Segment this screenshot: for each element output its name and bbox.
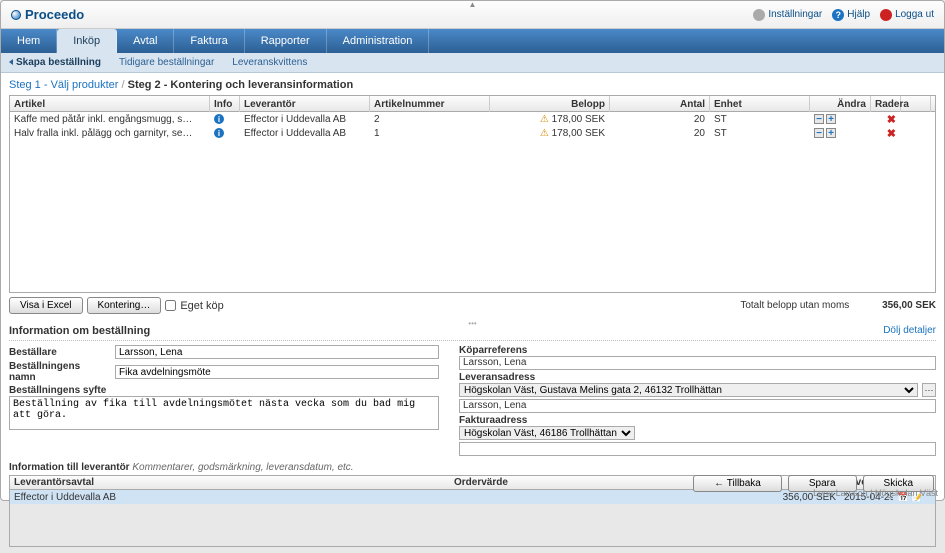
- table-row: Kaffe med påtår inkl. engångsmugg, s… i …: [10, 112, 935, 126]
- select-fakaddr[interactable]: Högskolan Väst, 46186 Trollhättan: [459, 426, 635, 440]
- logout-link[interactable]: Logga ut: [880, 9, 934, 21]
- nav-rapporter[interactable]: Rapporter: [245, 29, 327, 53]
- logo: Proceedo: [11, 7, 84, 22]
- main-nav: Hem Inköp Avtal Faktura Rapporter Admini…: [1, 29, 944, 53]
- levaddr-picker-button[interactable]: ⋯: [922, 383, 936, 397]
- cell-artnr: 1: [370, 128, 490, 139]
- label-levaddr: Leveransadress: [459, 372, 936, 383]
- nav-inkop[interactable]: Inköp: [57, 29, 117, 53]
- col-antal[interactable]: Antal: [610, 96, 710, 112]
- minus-button[interactable]: −: [814, 128, 824, 138]
- kontering-button[interactable]: Kontering…: [87, 297, 162, 314]
- cell-artikel: Kaffe med påtår inkl. engångsmugg, s…: [10, 114, 210, 125]
- col-artikel[interactable]: Artikel: [10, 96, 210, 112]
- nav-faktura[interactable]: Faktura: [174, 29, 244, 53]
- value-kopref: Larsson, Lena: [459, 356, 936, 370]
- plus-button[interactable]: +: [826, 114, 836, 124]
- col-artnr[interactable]: Artikelnummer: [370, 96, 490, 112]
- eget-kop-label: Eget köp: [180, 300, 223, 312]
- nav-avtal[interactable]: Avtal: [117, 29, 174, 53]
- textarea-syfte[interactable]: Beställning av fika till avdelningsmötet…: [9, 396, 439, 430]
- total-label: Totalt belopp utan moms: [740, 300, 849, 311]
- credit-text: Lena Larsson | Högskolan Väst: [813, 488, 938, 498]
- drag-handle-icon[interactable]: •••: [468, 319, 476, 328]
- subnav-skapa[interactable]: Skapa beställning: [9, 57, 101, 68]
- warning-icon: ⚠: [540, 114, 549, 125]
- plus-button[interactable]: +: [826, 128, 836, 138]
- subnav-levkvittens[interactable]: Leveranskvittens: [232, 57, 307, 68]
- bc-step2: Steg 2 - Kontering och leveransinformati…: [128, 79, 354, 91]
- breadcrumb: Steg 1 - Välj produkter / Steg 2 - Konte…: [9, 79, 936, 91]
- logo-text: Proceedo: [25, 7, 84, 22]
- nav-administration[interactable]: Administration: [327, 29, 430, 53]
- logo-icon: [11, 10, 21, 20]
- col-enhet[interactable]: Enhet: [710, 96, 810, 112]
- input-namn[interactable]: [115, 365, 439, 379]
- label-bestallare: Beställare: [9, 347, 109, 358]
- warning-icon: ⚠: [540, 128, 549, 139]
- drag-handle-icon: ▲: [469, 0, 477, 9]
- line-items-grid: Artikel Info Leverantör Artikelnummer Be…: [9, 95, 936, 293]
- cell-artnr: 2: [370, 114, 490, 125]
- back-button[interactable]: Tillbaka: [693, 475, 782, 492]
- select-levaddr[interactable]: Högskolan Väst, Gustava Melins gata 2, 4…: [459, 383, 918, 397]
- col-radera[interactable]: Radera: [871, 96, 901, 112]
- info-icon[interactable]: i: [214, 114, 224, 124]
- sup-col-avtal[interactable]: Leverantörsavtal: [10, 477, 450, 488]
- eget-kop-checkbox[interactable]: [165, 300, 176, 311]
- label-fakaddr: Fakturaadress: [459, 415, 936, 426]
- gear-icon: [753, 9, 765, 21]
- bc-step1[interactable]: Steg 1 - Välj produkter: [9, 79, 118, 91]
- label-syfte: Beställningens syfte: [9, 385, 439, 396]
- supplier-row[interactable]: Effector i Uddevalla AB 356,00 SEK 2015-…: [10, 490, 935, 504]
- info-title: Information om beställning: [9, 325, 150, 337]
- delete-button[interactable]: ✖: [887, 128, 896, 140]
- cell-lev: Effector i Uddevalla AB: [240, 128, 370, 139]
- cell-artikel: Halv fralla inkl. pålägg och garnityr, s…: [10, 128, 210, 139]
- power-icon: [880, 9, 892, 21]
- label-namn: Beställningens namn: [9, 361, 109, 383]
- table-row: Halv fralla inkl. pålägg och garnityr, s…: [10, 126, 935, 140]
- value-levaddr-person: Larsson, Lena: [459, 399, 936, 413]
- col-andra[interactable]: Ändra: [810, 96, 871, 112]
- minus-button[interactable]: −: [814, 114, 824, 124]
- label-kopref: Köparreferens: [459, 345, 936, 356]
- subnav-tidigare[interactable]: Tidigare beställningar: [119, 57, 214, 68]
- nav-hem[interactable]: Hem: [1, 29, 57, 53]
- help-link[interactable]: ? Hjälp: [832, 9, 870, 21]
- settings-link[interactable]: Inställningar: [753, 9, 822, 21]
- arrow-left-icon: [9, 59, 13, 65]
- input-bestallare[interactable]: [115, 345, 439, 359]
- sub-nav: Skapa beställning Tidigare beställningar…: [1, 53, 944, 73]
- value-fakaddr-extra: [459, 442, 936, 456]
- dolj-detaljer-link[interactable]: Dölj detaljer: [883, 325, 936, 337]
- col-info[interactable]: Info: [210, 96, 240, 112]
- col-leverantor[interactable]: Leverantör: [240, 96, 370, 112]
- total-value: 356,00 SEK: [882, 300, 936, 311]
- col-belopp[interactable]: Belopp: [490, 96, 610, 112]
- help-icon: ?: [832, 9, 844, 21]
- supplier-title: Information till leverantör Kommentarer,…: [9, 462, 936, 473]
- info-icon[interactable]: i: [214, 128, 224, 138]
- delete-button[interactable]: ✖: [887, 114, 896, 126]
- visa-excel-button[interactable]: Visa i Excel: [9, 297, 83, 314]
- cell-lev: Effector i Uddevalla AB: [240, 114, 370, 125]
